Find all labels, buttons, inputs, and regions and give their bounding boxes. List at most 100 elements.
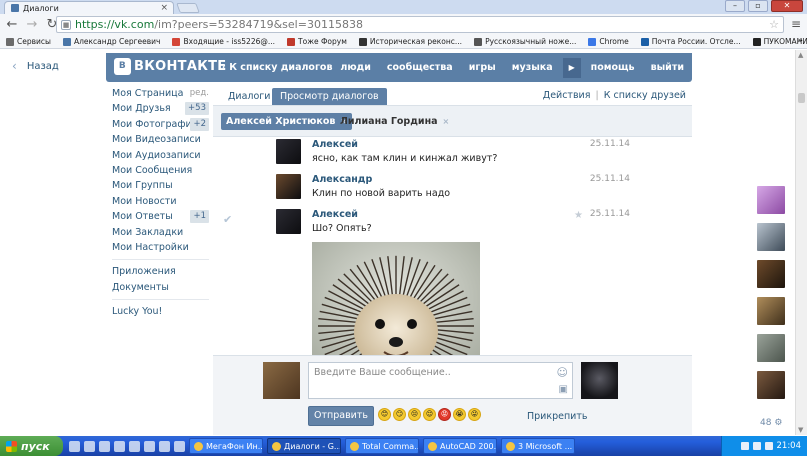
quick-launch-icon[interactable]: [99, 440, 110, 452]
message-avatar[interactable]: [276, 174, 301, 199]
browser-tab[interactable]: Диалоги ×: [4, 1, 174, 14]
left-nav-item[interactable]: Мои Видеозаписи: [112, 132, 209, 147]
friends-list-link[interactable]: К списку друзей: [604, 90, 686, 101]
bookmark-item[interactable]: Тоже Форум: [287, 37, 347, 46]
taskbar-window-button[interactable]: МегаФон Ин...: [189, 438, 263, 454]
emoji-icon[interactable]: 😏: [393, 408, 406, 421]
emoji-icon[interactable]: 😡: [438, 408, 451, 421]
menu-music[interactable]: музыка: [504, 62, 561, 73]
tray-icon[interactable]: [752, 442, 761, 450]
audio-play-icon[interactable]: ▶: [562, 57, 581, 78]
tab-dialogs[interactable]: Диалоги: [220, 88, 278, 105]
taskbar-window-button[interactable]: 3 Microsoft ...: [501, 438, 575, 454]
maximize-icon[interactable]: ▫: [748, 0, 768, 12]
left-nav-item[interactable]: Мои Аудиозаписи: [112, 148, 209, 163]
bookmark-item[interactable]: Историческая реконс...: [358, 37, 462, 46]
menu-people[interactable]: люди: [332, 62, 379, 73]
message-author[interactable]: Алексей: [312, 209, 358, 220]
bookmark-star-icon[interactable]: ☆: [769, 18, 779, 31]
tab-view-dialogs[interactable]: Просмотр диалогов: [272, 88, 387, 105]
start-button[interactable]: пуск: [0, 436, 63, 456]
tab-close-icon[interactable]: ×: [160, 3, 168, 13]
edit-profile-link[interactable]: ред.: [190, 86, 209, 101]
scroll-thumb[interactable]: [798, 93, 805, 103]
quick-launch-icon[interactable]: [114, 440, 125, 452]
friends-count-label[interactable]: 48 ⚙: [760, 418, 782, 428]
actions-link[interactable]: Действия: [543, 90, 591, 101]
attach-button[interactable]: Прикрепить: [527, 411, 587, 422]
camera-icon[interactable]: ▣: [559, 384, 568, 395]
scroll-up-icon[interactable]: ▲: [798, 51, 803, 59]
volume-icon[interactable]: [764, 442, 773, 450]
taskbar-window-button[interactable]: Диалоги - G...: [267, 438, 341, 454]
bookmark-item[interactable]: Почта России. Отсле...: [640, 37, 741, 46]
taskbar-window-button[interactable]: Total Comma...: [345, 438, 419, 454]
smile-icon[interactable]: ☺: [557, 366, 568, 379]
emoji-icon[interactable]: 😜: [468, 408, 481, 421]
message-author[interactable]: Александр: [312, 174, 372, 185]
peer-avatar[interactable]: [581, 362, 618, 399]
peer-tab[interactable]: Лилиана Гордина ×: [335, 113, 454, 130]
left-nav-counter-badge[interactable]: +2: [190, 117, 209, 131]
left-nav-item[interactable]: Мои Сообщения: [112, 163, 209, 178]
friend-avatar[interactable]: [757, 297, 785, 325]
friend-avatar[interactable]: [757, 371, 785, 399]
emoji-icon[interactable]: 😒: [408, 408, 421, 421]
bookmark-item[interactable]: Русскоязычный ноже...: [474, 37, 576, 46]
message-input[interactable]: Введите Ваше сообщение.. ☺ ▣: [308, 362, 573, 399]
left-nav-item[interactable]: Мои Новости: [112, 194, 209, 209]
left-nav-item[interactable]: Мои Группы: [112, 178, 209, 193]
send-button[interactable]: Отправить: [308, 406, 374, 426]
tray-icon[interactable]: [740, 442, 749, 450]
address-bar[interactable]: ■ https://vk.com /im?peers=53284719&sel=…: [56, 16, 784, 33]
page-scrollbar[interactable]: ▲ ▼: [795, 50, 807, 435]
left-nav-item[interactable]: Мои Закладки: [112, 225, 209, 240]
star-icon[interactable]: ★: [574, 210, 583, 221]
bookmark-item[interactable]: Александр Сергеевич: [62, 37, 160, 46]
menu-icon[interactable]: ≡: [791, 17, 801, 31]
menu-help[interactable]: помощь: [583, 62, 643, 73]
new-tab-button[interactable]: [176, 3, 200, 13]
emoji-icon[interactable]: 😌: [423, 408, 436, 421]
vk-logo[interactable]: В ВКОНТАКТЕ: [114, 58, 226, 75]
bookmarks-more-icon[interactable]: »: [797, 36, 803, 46]
quick-launch-icon[interactable]: [129, 440, 140, 452]
friend-avatar[interactable]: [757, 186, 785, 214]
lucky-link[interactable]: Lucky You!: [112, 304, 209, 319]
left-nav-counter-badge[interactable]: +1: [190, 210, 209, 224]
left-nav-item[interactable]: Мои Ответы +1: [112, 209, 209, 224]
menu-logout[interactable]: выйти: [643, 62, 692, 73]
left-nav-item[interactable]: Приложения: [112, 264, 209, 279]
peer-tab-active[interactable]: Алексей Христюков ×: [221, 113, 353, 130]
quick-launch-icon[interactable]: [144, 440, 155, 452]
forward-arrow-icon[interactable]: →: [24, 17, 40, 33]
quick-launch-icon[interactable]: [159, 440, 170, 452]
emoji-icon[interactable]: 😭: [453, 408, 466, 421]
back-link[interactable]: ‹ Назад: [12, 59, 59, 73]
message-photo[interactable]: [312, 242, 480, 355]
emoji-icon[interactable]: 😊: [378, 408, 391, 421]
bookmark-item[interactable]: Chrome: [588, 37, 629, 46]
bookmark-item[interactable]: Сервисы: [6, 37, 51, 46]
left-nav-item[interactable]: Мои Друзья +53: [112, 101, 209, 116]
close-window-icon[interactable]: ✕: [771, 0, 803, 12]
friend-avatar[interactable]: [757, 260, 785, 288]
message-author[interactable]: Алексей: [312, 139, 358, 150]
minimize-icon[interactable]: –: [725, 0, 745, 12]
back-arrow-icon[interactable]: ←: [4, 17, 20, 33]
left-nav-item[interactable]: Мои Фотографии +2: [112, 117, 209, 132]
my-avatar[interactable]: [263, 362, 300, 399]
left-nav-item[interactable]: Документы: [112, 280, 209, 295]
left-nav-item[interactable]: Мои Настройки: [112, 240, 209, 255]
quick-launch-icon[interactable]: [69, 440, 80, 452]
friend-avatar[interactable]: [757, 334, 785, 362]
quick-launch-icon[interactable]: [174, 440, 185, 452]
quick-launch-icon[interactable]: [84, 440, 95, 452]
scroll-down-icon[interactable]: ▼: [798, 426, 803, 434]
friend-avatar[interactable]: [757, 223, 785, 251]
left-nav-item[interactable]: Моя Страница ред.: [112, 86, 209, 101]
bookmark-item[interactable]: Входящие - iss5226@...: [172, 37, 275, 46]
left-nav-counter-badge[interactable]: +53: [185, 102, 209, 116]
taskbar-window-button[interactable]: AutoCAD 200...: [423, 438, 497, 454]
message-avatar[interactable]: [276, 209, 301, 234]
